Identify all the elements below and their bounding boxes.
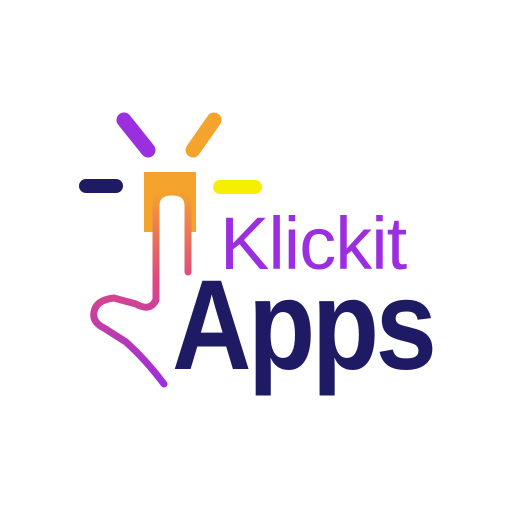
ray-purple — [116, 112, 156, 158]
ray-orange — [185, 112, 222, 158]
brand-name-bottom: Apps — [172, 254, 437, 397]
app-logo-canvas: Klickit Apps — [0, 0, 512, 512]
